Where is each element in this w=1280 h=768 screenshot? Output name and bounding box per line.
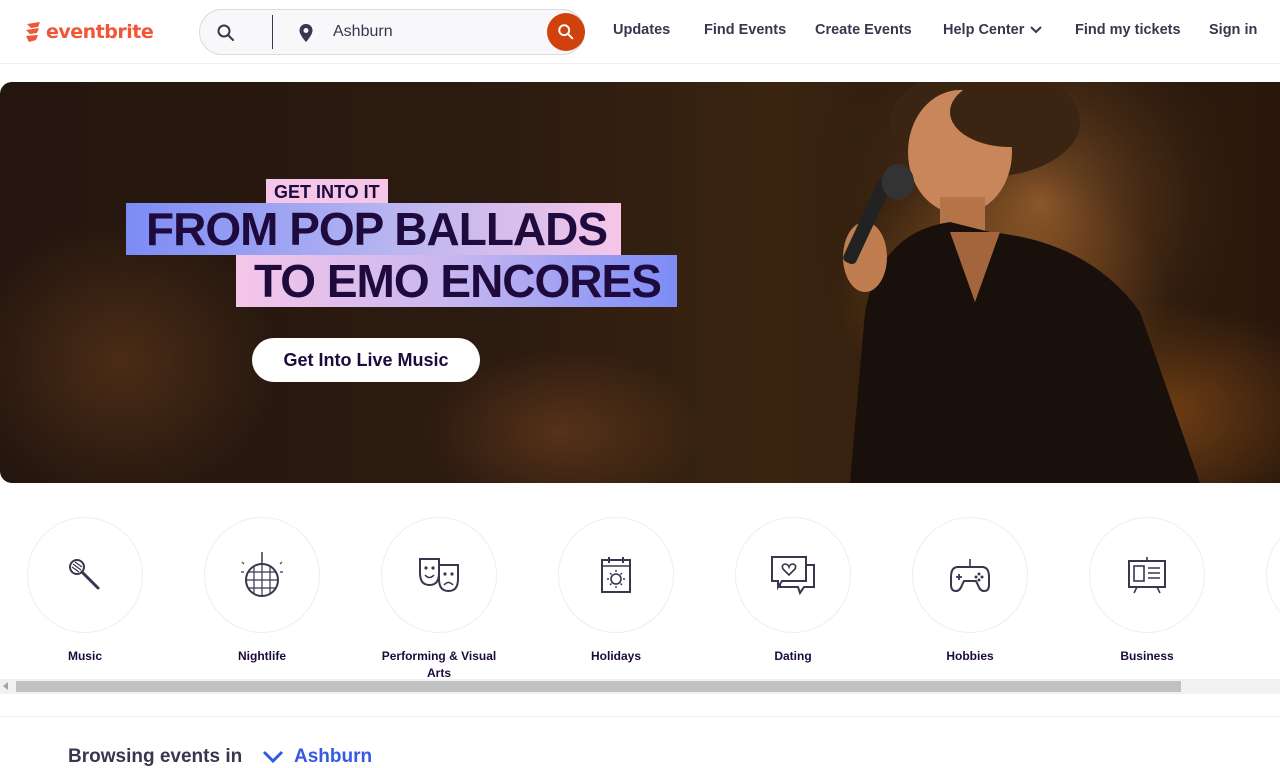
category-circle <box>27 517 143 633</box>
top-header: eventbrite Ashburn Updates Find Events C… <box>0 0 1280 64</box>
microphone-icon <box>69 559 100 590</box>
category-hobbies[interactable]: Hobbies <box>895 517 1045 665</box>
presentation-board-icon <box>1128 557 1166 594</box>
search-bar[interactable]: Ashburn <box>199 9 585 55</box>
horizontal-scrollbar[interactable] <box>0 679 1280 694</box>
category-circle <box>381 517 497 633</box>
location-input[interactable]: Ashburn <box>333 23 393 41</box>
category-label: Holidays <box>590 649 641 663</box>
browsing-events-heading: Browsing events in <box>68 746 243 767</box>
hero-banner[interactable]: GET INTO IT FROM POP BALLADS TO EMO ENCO… <box>0 82 1280 483</box>
category-circle <box>558 517 674 633</box>
disco-ball-icon <box>241 552 283 597</box>
search-icon <box>558 24 574 40</box>
chevron-down-icon <box>1030 26 1043 34</box>
category-circle <box>1089 517 1205 633</box>
gamepad-icon <box>950 559 990 593</box>
category-business[interactable]: Business <box>1072 517 1222 665</box>
category-nightlife[interactable]: Nightlife <box>187 517 337 665</box>
category-dating[interactable]: Dating <box>718 517 868 665</box>
category-performing-visual-arts[interactable]: Performing & Visual Arts <box>364 517 514 680</box>
category-carousel: Music Nightlife Performing & Visual Arts <box>0 500 1280 680</box>
nav-find-events[interactable]: Find Events <box>704 22 786 38</box>
scroll-left-arrow-icon[interactable] <box>3 682 8 690</box>
category-label: Nightlife <box>238 649 286 663</box>
nav-updates[interactable]: Updates <box>613 22 670 38</box>
get-into-live-music-button[interactable]: Get Into Live Music <box>252 338 480 382</box>
location-pin-icon <box>299 24 313 42</box>
search-icon[interactable] <box>216 23 236 43</box>
category-circle <box>1266 517 1280 633</box>
search-submit-button[interactable] <box>547 13 585 51</box>
hero-headline-line1: FROM POP BALLADS <box>126 203 622 255</box>
category-circle <box>912 517 1028 633</box>
category-holidays[interactable]: Holidays <box>541 517 691 665</box>
location-dropdown-label: Ashburn <box>294 746 373 767</box>
eventbrite-logo-icon <box>26 22 40 42</box>
nav-find-my-tickets[interactable]: Find my tickets <box>1075 22 1181 38</box>
location-dropdown[interactable]: Ashburn <box>262 746 372 768</box>
category-label: Hobbies <box>946 649 994 663</box>
nav-sign-in[interactable]: Sign in <box>1209 22 1257 38</box>
category-music[interactable]: Music <box>10 517 160 665</box>
category-label: Music <box>67 649 102 663</box>
category-label: Performing & Visual Arts <box>381 649 497 680</box>
nav-help-center-label: Help Center <box>943 22 1025 38</box>
hero-headline-line2: TO EMO ENCORES <box>236 255 677 307</box>
hero-tag: GET INTO IT <box>266 179 388 205</box>
chat-heart-icon <box>771 556 815 596</box>
eventbrite-logo[interactable]: eventbrite <box>24 18 154 46</box>
brand-name: eventbrite <box>46 21 154 43</box>
calendar-sun-icon <box>601 557 631 593</box>
category-circle <box>735 517 851 633</box>
category-label: Dating <box>774 649 812 663</box>
chevron-down-icon <box>262 750 284 764</box>
search-divider <box>272 15 273 49</box>
section-divider <box>0 716 1280 717</box>
nav-create-events[interactable]: Create Events <box>815 22 912 38</box>
category-next-partial[interactable] <box>1249 517 1280 633</box>
scrollbar-thumb[interactable] <box>16 681 1181 692</box>
nav-help-center[interactable]: Help Center <box>943 22 1043 38</box>
singer-photo <box>810 82 1230 483</box>
category-label: Business <box>1120 649 1174 663</box>
category-circle <box>204 517 320 633</box>
theater-masks-icon <box>419 558 459 593</box>
